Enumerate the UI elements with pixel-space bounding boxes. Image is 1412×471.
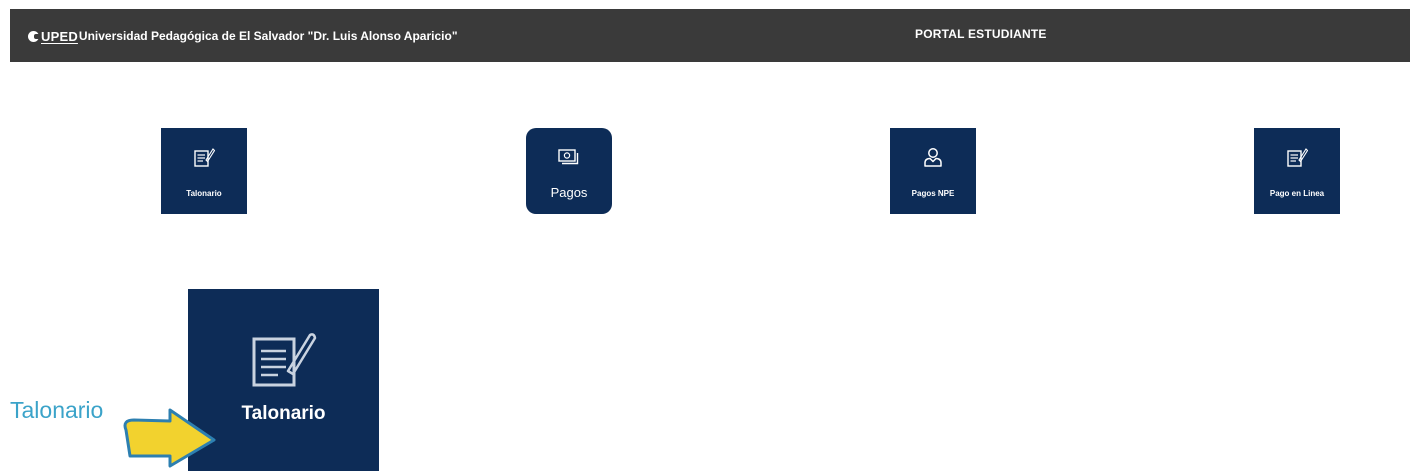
- portal-page: UPED Universidad Pedagógica de El Salvad…: [0, 0, 1412, 471]
- callout-label: Talonario: [10, 397, 104, 423]
- money-bill-icon: [558, 146, 580, 168]
- talonario-button[interactable]: Talonario: [161, 128, 247, 214]
- pago-en-linea-button[interactable]: Pago en Linea: [1254, 128, 1340, 214]
- document-pen-icon: [1286, 146, 1308, 168]
- top-header-bar: UPED Universidad Pedagógica de El Salvad…: [10, 9, 1410, 62]
- pagos-label: Pagos: [550, 185, 588, 200]
- logo-text: UPED: [41, 28, 78, 44]
- talonario-label: Talonario: [186, 189, 222, 198]
- pagos-button[interactable]: Pagos: [526, 128, 612, 214]
- university-name: Universidad Pedagógica de El Salvador "D…: [78, 29, 458, 43]
- pointer-arrow-icon: [122, 406, 218, 468]
- document-pen-icon: [193, 146, 215, 168]
- pagos-npe-label: Pagos NPE: [911, 189, 955, 198]
- uped-logo-icon: [28, 30, 40, 42]
- portal-title: PORTAL ESTUDIANTE: [915, 27, 1047, 41]
- document-pen-icon: [248, 327, 320, 389]
- pago-en-linea-label: Pago en Linea: [1269, 189, 1325, 198]
- user-icon: [922, 146, 944, 168]
- pagos-npe-button[interactable]: Pagos NPE: [890, 128, 976, 214]
- brand[interactable]: UPED Universidad Pedagógica de El Salvad…: [28, 27, 458, 45]
